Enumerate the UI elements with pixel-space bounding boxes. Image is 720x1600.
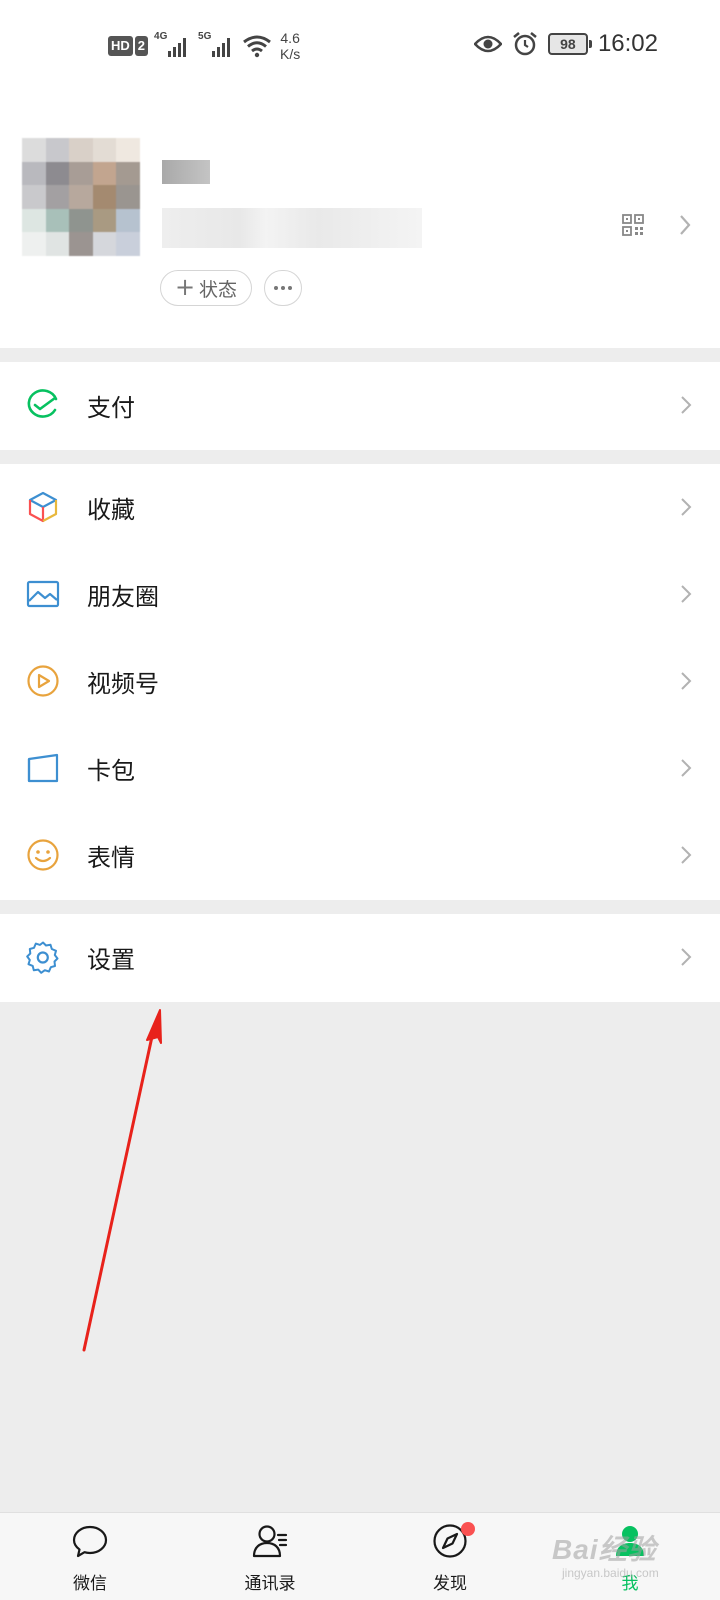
tab-contacts[interactable]: 通讯录 bbox=[210, 1513, 330, 1600]
chevron-right-icon bbox=[681, 498, 692, 516]
hd-label: HD bbox=[108, 36, 133, 56]
battery-indicator: 98 bbox=[547, 33, 592, 55]
chevron-right-icon bbox=[681, 396, 692, 414]
sticker-smile-icon bbox=[27, 839, 59, 871]
more-icon bbox=[288, 286, 292, 290]
menu-item-settings[interactable]: 设置 bbox=[0, 914, 720, 1001]
menu-group-settings: 设置 bbox=[0, 914, 720, 1002]
status-bar-left: HD 2 4G 5G 4.6 K/s bbox=[108, 30, 300, 62]
menu-item-label: 表情 bbox=[87, 844, 135, 872]
moments-image-icon bbox=[26, 580, 60, 608]
menu-item-channels[interactable]: 视频号 bbox=[0, 638, 720, 725]
favorites-cube-icon bbox=[28, 491, 58, 523]
status-bar-right: 98 16:02 bbox=[473, 30, 658, 58]
avatar[interactable] bbox=[22, 138, 140, 256]
signal-5g: 5G bbox=[198, 31, 236, 59]
settings-gear-icon bbox=[26, 941, 59, 974]
menu-group-pay: 支付 bbox=[0, 362, 720, 450]
network-5g-label: 5G bbox=[198, 31, 212, 42]
menu-item-card-wallet[interactable]: 卡包 bbox=[0, 725, 720, 812]
pay-icon bbox=[27, 389, 58, 418]
wechat-id-blurred bbox=[162, 208, 422, 248]
chevron-right-icon bbox=[681, 948, 692, 966]
menu-item-favorites[interactable]: 收藏 bbox=[0, 464, 720, 551]
sim-label: 2 bbox=[134, 36, 149, 56]
nickname-blurred bbox=[162, 160, 210, 184]
chevron-right-icon[interactable] bbox=[678, 214, 692, 236]
chevron-right-icon bbox=[681, 759, 692, 777]
status-bar: HD 2 4G 5G 4.6 K/s 98 16:02 bbox=[0, 0, 720, 92]
menu-item-label: 朋友圈 bbox=[87, 583, 159, 611]
tab-label: 通讯录 bbox=[244, 1574, 296, 1594]
eye-icon bbox=[473, 35, 502, 53]
contacts-icon bbox=[252, 1525, 288, 1558]
status-button-label: 状态 bbox=[199, 278, 238, 301]
more-button[interactable] bbox=[264, 270, 302, 306]
chevron-right-icon bbox=[681, 846, 692, 864]
card-wallet-icon bbox=[27, 753, 59, 783]
menu-item-stickers[interactable]: 表情 bbox=[0, 812, 720, 899]
qr-code-icon[interactable] bbox=[622, 214, 644, 236]
tab-chats[interactable]: 微信 bbox=[30, 1513, 150, 1600]
menu-item-label: 视频号 bbox=[87, 670, 159, 698]
alarm-icon bbox=[513, 32, 537, 56]
channels-play-icon bbox=[27, 665, 59, 697]
speed-unit: K/s bbox=[280, 46, 301, 62]
tab-discover[interactable]: 发现 bbox=[390, 1513, 510, 1600]
more-icon bbox=[274, 286, 278, 290]
tab-label: 微信 bbox=[73, 1574, 107, 1594]
menu-group-main: 收藏 朋友圈 视频号 卡包 表情 bbox=[0, 464, 720, 900]
menu-item-label: 支付 bbox=[87, 394, 135, 422]
add-status-button[interactable]: + 状态 bbox=[160, 270, 252, 306]
menu-item-moments[interactable]: 朋友圈 bbox=[0, 551, 720, 638]
more-icon bbox=[281, 286, 285, 290]
speed-value: 4.6 bbox=[280, 30, 300, 46]
chat-bubble-icon bbox=[72, 1525, 108, 1558]
discover-badge bbox=[461, 1522, 475, 1536]
signal-4g: 4G bbox=[154, 31, 192, 59]
tab-label: 发现 bbox=[433, 1574, 467, 1594]
clock: 16:02 bbox=[597, 30, 658, 57]
menu-item-label: 收藏 bbox=[87, 496, 135, 524]
wifi-icon bbox=[243, 35, 271, 58]
hd-badge: HD 2 bbox=[108, 36, 149, 56]
network-speed: 4.6 K/s bbox=[280, 30, 300, 62]
menu-item-pay[interactable]: 支付 bbox=[0, 362, 720, 449]
chevron-right-icon bbox=[681, 672, 692, 690]
plus-icon: + bbox=[174, 273, 196, 301]
chevron-right-icon bbox=[681, 585, 692, 603]
profile-header[interactable]: + 状态 bbox=[0, 92, 720, 348]
baidu-watermark: Bai经验 jingyan.baidu.com bbox=[552, 1528, 712, 1588]
menu-item-label: 卡包 bbox=[87, 757, 135, 785]
menu-item-label: 设置 bbox=[87, 946, 135, 974]
watermark-line1: Bai经验 bbox=[552, 1534, 657, 1565]
network-4g-label: 4G bbox=[154, 31, 168, 42]
watermark-line2: jingyan.baidu.com bbox=[562, 1566, 659, 1580]
